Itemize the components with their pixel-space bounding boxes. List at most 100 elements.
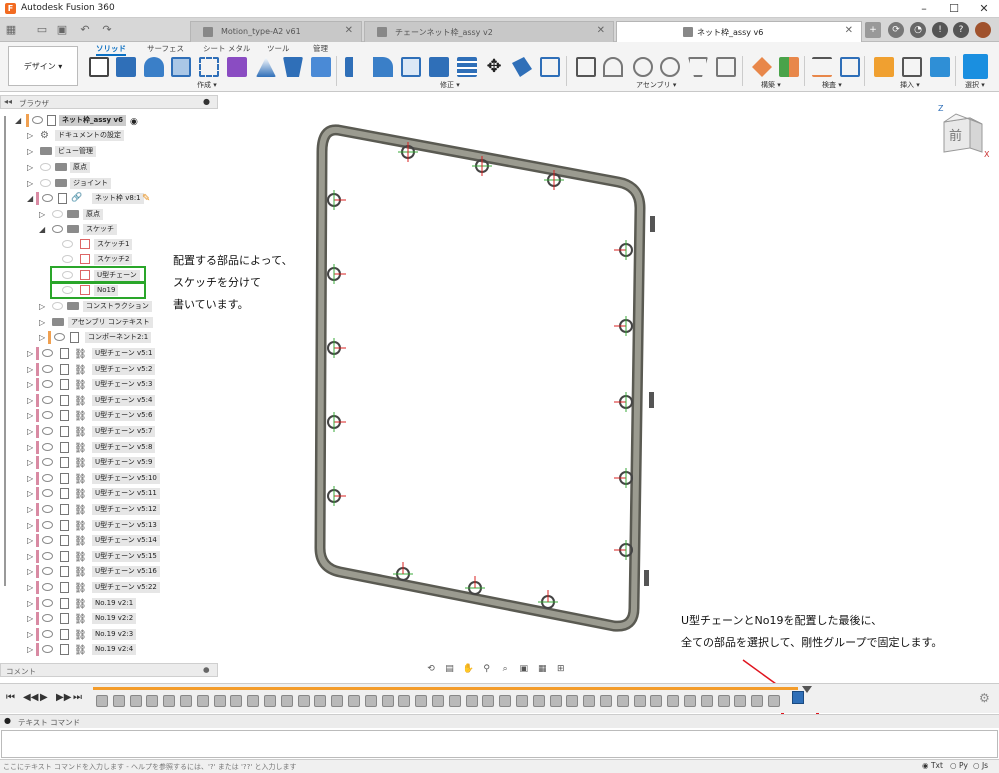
timeline-feature-icon[interactable]: [129, 695, 142, 707]
timeline-feature-icon[interactable]: [532, 695, 545, 707]
expand-triangle-icon[interactable]: ▷: [27, 564, 33, 579]
revolve-icon[interactable]: [144, 57, 164, 77]
group-modify[interactable]: 修正 ▾: [440, 80, 460, 90]
group-assembly[interactable]: アセンブリ ▾: [636, 80, 676, 90]
close-window-button[interactable]: ✕: [969, 0, 999, 18]
zoom-icon[interactable]: ⚲: [479, 664, 495, 678]
browser-component-row[interactable]: ▷ ⛓ U型チェーン v5:2: [0, 362, 218, 377]
timeline-feature-icon[interactable]: [381, 695, 394, 707]
visibility-eye-icon[interactable]: [42, 364, 53, 373]
visibility-eye-icon[interactable]: [42, 489, 53, 498]
timeline-feature-icon[interactable]: [112, 695, 125, 707]
browser-component-row[interactable]: ▷ ⛓ No.19 v2:4: [0, 642, 218, 657]
tab-motion-type[interactable]: Motion_type-A2 v61 ✕: [190, 21, 362, 42]
expand-triangle-icon[interactable]: ▷: [27, 128, 33, 143]
orbit-icon[interactable]: ⟲: [423, 664, 439, 678]
visibility-eye-icon[interactable]: [42, 194, 53, 202]
offset-plane-icon[interactable]: [752, 57, 772, 77]
visibility-eye-icon[interactable]: [42, 395, 53, 404]
group-inspect[interactable]: 検査 ▾: [822, 80, 842, 90]
select-icon[interactable]: [963, 54, 988, 79]
visibility-eye-icon[interactable]: [42, 629, 53, 638]
combine-icon[interactable]: [311, 57, 331, 77]
expand-triangle-icon[interactable]: ▷: [27, 144, 33, 159]
extrude-icon[interactable]: [116, 57, 136, 77]
text-command-area[interactable]: [1, 730, 998, 758]
browser-item-view-manager[interactable]: ▷ ビュー管理: [0, 144, 218, 159]
visibility-eye-icon[interactable]: [54, 333, 65, 341]
expand-triangle-icon[interactable]: ▷: [27, 455, 33, 470]
browser-header[interactable]: ブラウザ: [0, 95, 218, 109]
browser-item-joints[interactable]: ▷ ジョイント: [0, 176, 218, 191]
file-menu-icon[interactable]: ▭: [35, 23, 49, 36]
viewport-canvas[interactable]: [300, 110, 680, 635]
maximize-button[interactable]: ☐: [939, 0, 969, 18]
mode-js-radio[interactable]: ○ Js: [973, 761, 988, 770]
go-to-start-icon[interactable]: ⏮: [6, 692, 15, 703]
close-tab-icon[interactable]: ✕: [345, 25, 353, 36]
form-icon[interactable]: [227, 57, 247, 77]
visibility-eye-icon[interactable]: [62, 240, 73, 248]
timeline-feature-icon[interactable]: [700, 695, 713, 707]
timeline-settings-gear-icon[interactable]: ⚙: [979, 691, 990, 705]
edit-pencil-icon[interactable]: ✎: [142, 191, 150, 206]
visibility-eye-icon[interactable]: [42, 567, 53, 576]
group-construct[interactable]: 構築 ▾: [761, 80, 781, 90]
close-tab-icon[interactable]: ✕: [845, 25, 853, 36]
visibility-eye-icon[interactable]: [42, 614, 53, 623]
step-back-icon[interactable]: ◀◀: [23, 692, 38, 703]
notifications-icon[interactable]: !: [932, 22, 948, 38]
visibility-eye-icon[interactable]: [32, 116, 43, 124]
expand-triangle-icon[interactable]: ▷: [27, 176, 33, 191]
visibility-eye-icon[interactable]: [42, 536, 53, 545]
timeline-feature-icon[interactable]: [331, 695, 344, 707]
browser-item-assembly-context[interactable]: ▷ アセンブリ コンテキスト: [0, 315, 218, 330]
plane-at-angle-icon[interactable]: [779, 57, 799, 77]
timeline-feature-icon[interactable]: [180, 695, 192, 707]
move-icon[interactable]: ✥: [484, 57, 504, 77]
timeline-feature-icon[interactable]: [264, 695, 276, 707]
chamfer-icon[interactable]: [401, 57, 421, 77]
text-command-input[interactable]: ここにテキスト コマンドを入力します - ヘルプを参照するには、'?' または …: [0, 759, 999, 773]
browser-component-row[interactable]: ▷ ⛓ U型チェーン v5:13: [0, 518, 218, 533]
timeline-feature-icon[interactable]: [146, 695, 159, 707]
help-icon[interactable]: ?: [953, 22, 969, 38]
timeline-feature-icon[interactable]: [667, 695, 680, 707]
timeline-feature-icon[interactable]: [566, 695, 579, 707]
browser-item-origin[interactable]: ▷ 原点: [0, 160, 218, 175]
mode-py-radio[interactable]: ○ Py: [950, 761, 968, 770]
as-built-joint-icon[interactable]: [633, 57, 653, 77]
viewports-icon[interactable]: ⊞: [553, 664, 569, 678]
insert-mesh-icon[interactable]: [902, 57, 922, 77]
browser-root-row[interactable]: ◢ ネット枠_assy v6 ◉: [0, 113, 218, 128]
expand-triangle-icon[interactable]: ▷: [39, 315, 45, 330]
expand-triangle-icon[interactable]: ▷: [27, 346, 33, 361]
tab-chain-net[interactable]: チェーンネット枠_assy v2 ✕: [364, 21, 614, 42]
timeline-feature-icon[interactable]: [650, 695, 663, 707]
browser-component-row[interactable]: ▷ ⛓ U型チェーン v5:15: [0, 549, 218, 564]
fit-icon[interactable]: ⌕: [497, 664, 513, 678]
visibility-eye-icon[interactable]: [42, 442, 53, 451]
timeline-feature-icon[interactable]: [717, 695, 730, 707]
expand-triangle-icon[interactable]: ▷: [27, 440, 33, 455]
timeline-feature-icon[interactable]: [364, 695, 377, 707]
timeline-feature-icon[interactable]: [398, 695, 411, 707]
display-settings-icon[interactable]: ▣: [516, 664, 532, 678]
timeline-marker-icon[interactable]: [802, 686, 812, 693]
timeline-feature-icon[interactable]: [633, 695, 646, 707]
tab-tools[interactable]: ツール: [267, 43, 290, 54]
timeline-track[interactable]: [93, 687, 798, 709]
expand-triangle-icon[interactable]: ▷: [27, 642, 33, 657]
browser-component-row[interactable]: ▷ ⛓ U型チェーン v5:8: [0, 440, 218, 455]
timeline-feature-icon[interactable]: [499, 695, 512, 707]
expand-triangle-icon[interactable]: ▷: [27, 549, 33, 564]
tab-net-frame[interactable]: ネット枠_assy v6 ✕: [616, 21, 862, 42]
browser-component-row[interactable]: ▷ ⛓ No.19 v2:2: [0, 611, 218, 626]
timeline-feature-icon[interactable]: [432, 695, 444, 707]
browser-component-row[interactable]: ▷ ⛓ U型チェーン v5:3: [0, 377, 218, 392]
browser-component-row[interactable]: ▷ ⛓ U型チェーン v5:10: [0, 471, 218, 486]
browser-component-row[interactable]: ▷ ⛓ No.19 v2:1: [0, 596, 218, 611]
visibility-eye-icon[interactable]: [42, 598, 53, 607]
shell-modify-icon[interactable]: [429, 57, 449, 77]
hole-icon[interactable]: [171, 57, 191, 77]
